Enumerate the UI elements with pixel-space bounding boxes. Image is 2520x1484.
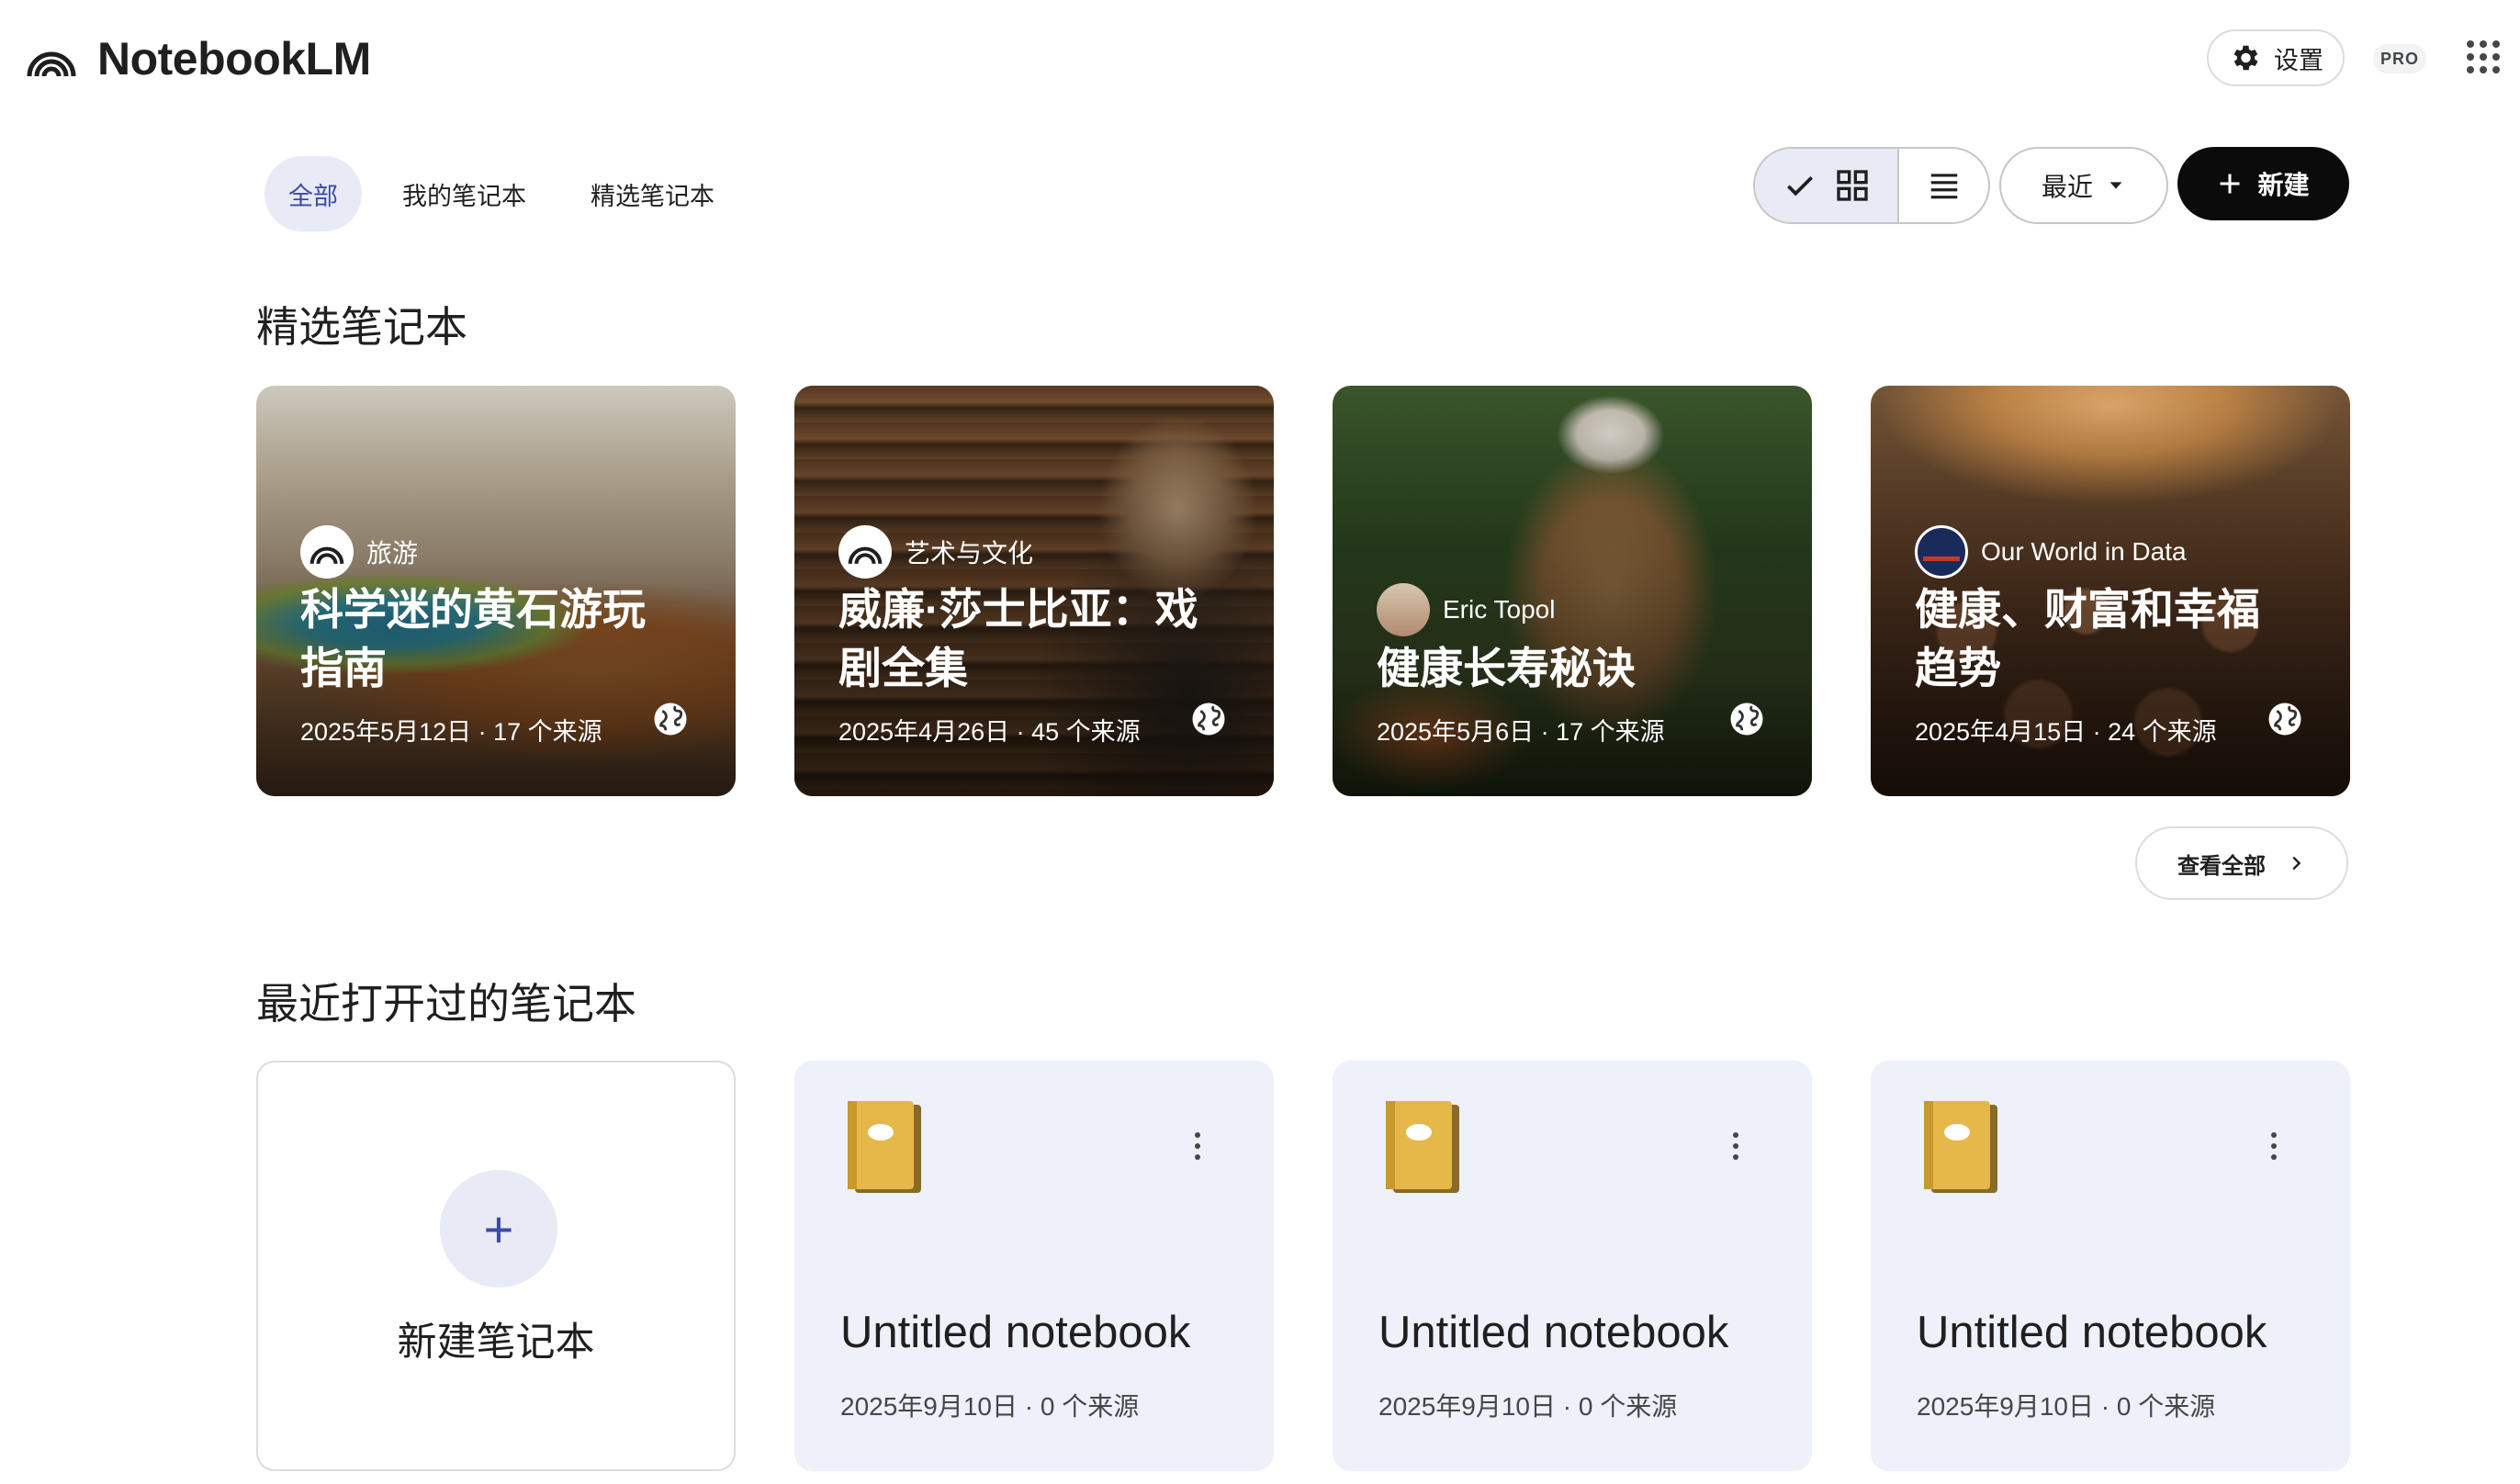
create-notebook-card[interactable]: + 新建笔记本 — [256, 1061, 736, 1471]
notebook-meta: 2025年9月10日 · 0 个来源 — [1378, 1392, 1678, 1421]
notebook-icon — [848, 1101, 921, 1193]
card-title: 健康长寿秘诀 — [1377, 644, 1636, 692]
plus-icon — [2220, 174, 2240, 194]
notebooklm-logo-icon — [300, 525, 354, 579]
view-all-label: 查看全部 — [2177, 853, 2266, 879]
author-avatar — [1377, 583, 1430, 636]
globe-icon — [2268, 703, 2301, 736]
settings-label: 设置 — [2274, 46, 2323, 74]
new-label: 新建 — [2257, 171, 2310, 199]
grid-view-icon — [1836, 170, 1868, 201]
tab-all[interactable]: 全部 — [264, 156, 362, 231]
card-title: 威廉·莎士比亚：戏剧全集 — [838, 585, 1198, 692]
card-source: Eric Topol — [1377, 583, 1555, 636]
pro-badge: PRO — [2373, 44, 2426, 73]
list-view-button[interactable] — [1899, 149, 1988, 222]
globe-icon — [1192, 703, 1225, 736]
card-source: 旅游 — [300, 525, 418, 579]
check-icon — [1786, 175, 1813, 197]
notebook-icon — [1924, 1101, 1997, 1193]
featured-section-title: 精选笔记本 — [256, 303, 467, 351]
featured-card-shakespeare[interactable]: 艺术与文化 威廉·莎士比亚：戏剧全集 2025年4月26日 · 45 个来源 — [794, 386, 1274, 796]
view-all-button[interactable]: 查看全部 — [2135, 826, 2348, 900]
new-notebook-button[interactable]: 新建 — [2177, 147, 2349, 220]
notebook-icon — [1386, 1101, 1459, 1193]
create-notebook-label: 新建笔记本 — [397, 1321, 595, 1365]
grid-view-button[interactable] — [1755, 149, 1900, 222]
sort-label: 最近 — [2041, 173, 2093, 201]
card-title: 健康、财富和幸福趋势 — [1915, 585, 2260, 692]
card-meta: 2025年4月26日 · 45 个来源 — [838, 718, 1141, 746]
featured-card-world-trends[interactable]: Our World in Data 健康、财富和幸福趋势 2025年4月15日 … — [1871, 386, 2350, 796]
notebook-title: Untitled notebook — [1917, 1308, 2267, 1357]
card-source-name: 旅游 — [366, 539, 419, 568]
sort-dropdown[interactable]: 最近 — [1999, 147, 2168, 224]
card-meta: 2025年4月15日 · 24 个来源 — [1915, 718, 2217, 746]
card-source-name: Eric Topol — [1443, 595, 1556, 624]
view-mode-toggle — [1753, 147, 1990, 224]
card-source: Our World in Data — [1915, 525, 2187, 579]
app-name: NotebookLM — [97, 33, 371, 84]
card-meta: 2025年5月6日 · 17 个来源 — [1377, 718, 1665, 746]
card-source: 艺术与文化 — [838, 525, 1033, 579]
gear-icon — [2233, 45, 2258, 71]
notebooklm-logo-icon — [27, 51, 76, 77]
tab-my-notebooks[interactable]: 我的笔记本 — [378, 156, 550, 231]
more-options-icon[interactable] — [1731, 1132, 1740, 1160]
more-options-icon[interactable] — [2269, 1132, 2278, 1160]
card-meta: 2025年5月12日 · 17 个来源 — [300, 718, 602, 746]
more-options-icon[interactable] — [1193, 1132, 1202, 1160]
featured-card-yellowstone[interactable]: 旅游 科学迷的黄石游玩指南 2025年5月12日 · 17 个来源 — [256, 386, 736, 796]
card-source-name: 艺术与文化 — [905, 539, 1034, 568]
filter-tabs: 全部 我的笔记本 精选笔记本 — [264, 156, 738, 231]
app-brand[interactable]: NotebookLM — [26, 28, 371, 90]
notebook-title: Untitled notebook — [1378, 1308, 1729, 1357]
globe-icon — [1730, 703, 1763, 736]
apps-grid-icon[interactable] — [2467, 40, 2500, 73]
card-title: 科学迷的黄石游玩指南 — [300, 585, 646, 692]
notebooklm-logo-icon — [838, 525, 892, 579]
recent-section-title: 最近打开过的笔记本 — [256, 980, 636, 1028]
settings-button[interactable]: 设置 — [2207, 29, 2345, 86]
list-view-icon — [1930, 174, 1957, 199]
dropdown-arrow-icon — [2109, 182, 2122, 189]
notebook-card[interactable]: Untitled notebook 2025年9月10日 · 0 个来源 — [1871, 1061, 2350, 1471]
tab-featured-notebooks[interactable]: 精选笔记本 — [567, 156, 738, 231]
notebook-card[interactable]: Untitled notebook 2025年9月10日 · 0 个来源 — [1333, 1061, 1812, 1471]
notebook-title: Untitled notebook — [840, 1308, 1191, 1357]
featured-card-longevity[interactable]: Eric Topol 健康长寿秘诀 2025年5月6日 · 17 个来源 — [1333, 386, 1812, 796]
notebook-card[interactable]: Untitled notebook 2025年9月10日 · 0 个来源 — [794, 1061, 1274, 1471]
plus-icon: + — [440, 1170, 557, 1287]
notebook-meta: 2025年9月10日 · 0 个来源 — [1917, 1392, 2216, 1421]
notebook-meta: 2025年9月10日 · 0 个来源 — [840, 1392, 1140, 1421]
globe-icon — [654, 703, 687, 736]
chevron-right-icon — [2292, 856, 2301, 871]
card-source-name: Our World in Data — [1981, 537, 2187, 566]
our-world-in-data-logo-icon — [1915, 525, 1968, 579]
